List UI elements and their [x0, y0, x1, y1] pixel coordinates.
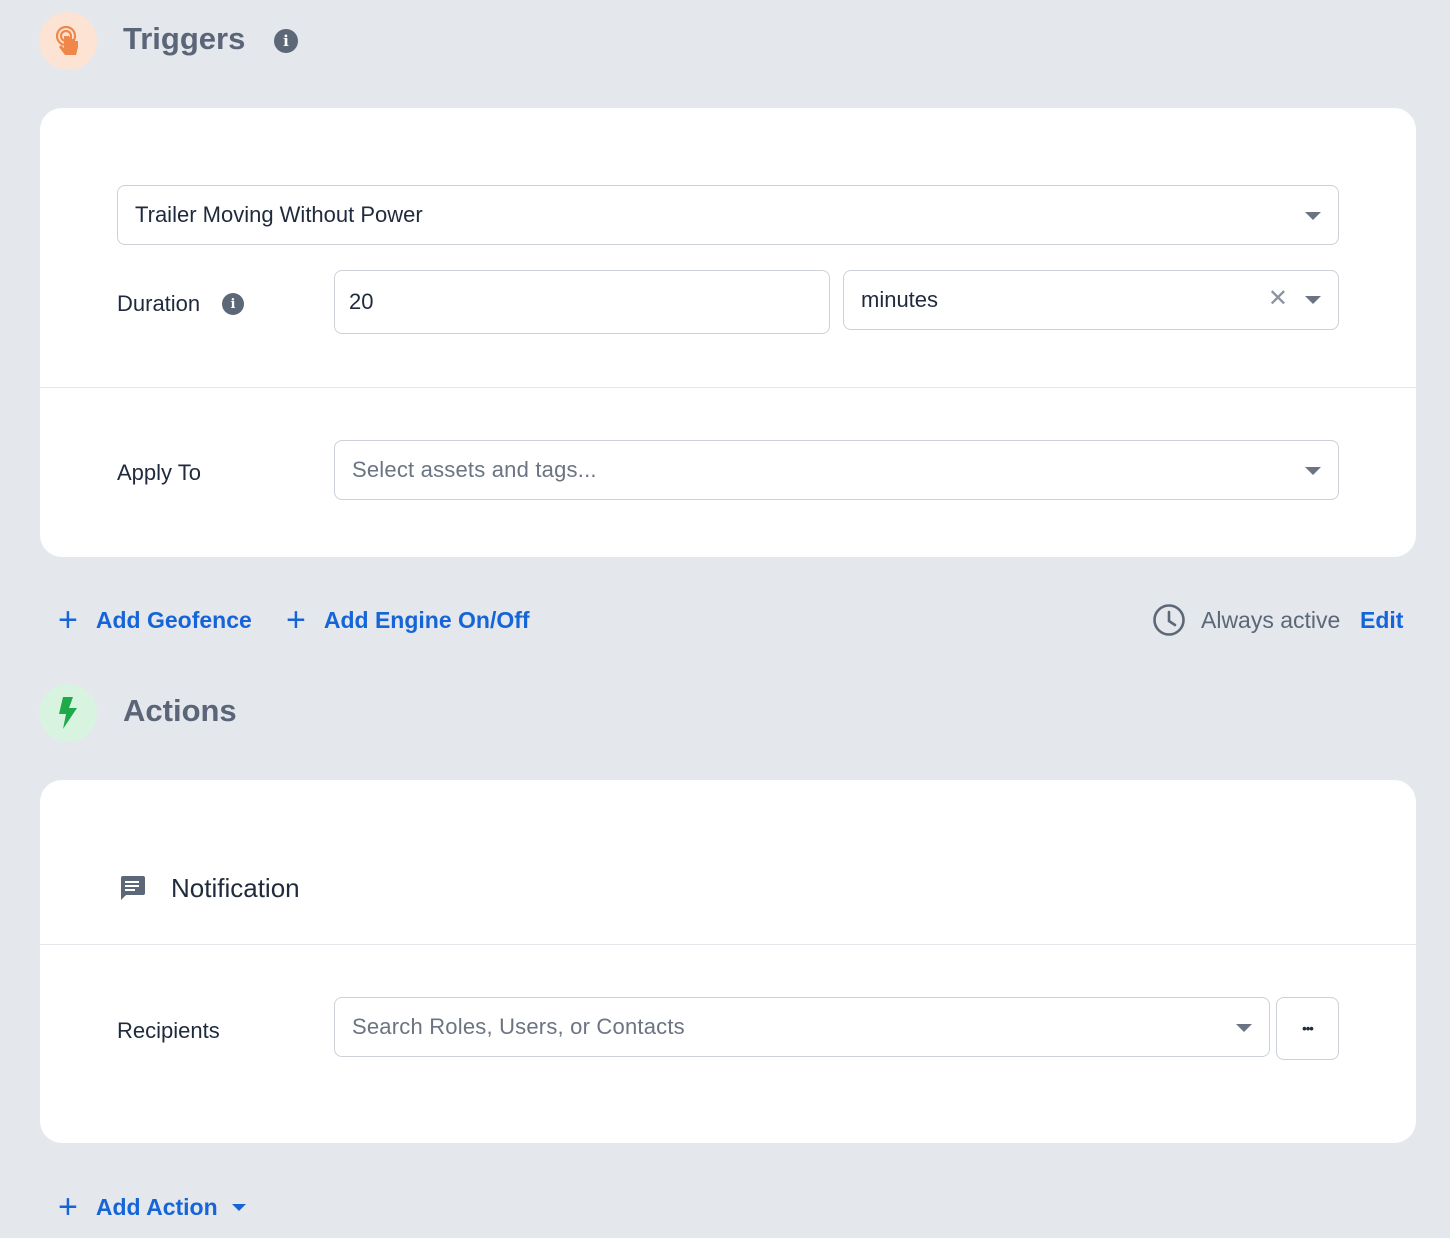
schedule-text: Always active: [1201, 607, 1341, 633]
chevron-down-icon: [1305, 296, 1321, 304]
duration-label: Duration: [117, 291, 201, 316]
plus-icon: +: [58, 1188, 78, 1226]
actions-card: Notification Recipients Search Roles, Us…: [40, 780, 1416, 1143]
plus-icon: +: [58, 601, 78, 639]
add-action-button[interactable]: + Add Action: [58, 1190, 246, 1224]
chevron-down-icon: [1305, 212, 1321, 220]
action-section-icon: [39, 684, 97, 742]
triggers-card: Trailer Moving Without Power Duration i …: [40, 108, 1416, 557]
add-engine-button[interactable]: + Add Engine On/Off: [286, 603, 530, 637]
add-action-label: Add Action: [95, 1193, 218, 1220]
info-icon[interactable]: i: [274, 29, 298, 53]
duration-input[interactable]: 20: [334, 270, 830, 334]
touch-hand-icon: [55, 25, 78, 55]
chevron-down-icon: [1305, 467, 1321, 475]
add-geofence-button[interactable]: + Add Geofence: [58, 603, 252, 637]
trigger-type-select[interactable]: Trailer Moving Without Power: [117, 185, 1339, 245]
edit-schedule-link[interactable]: Edit: [1360, 607, 1403, 634]
divider: [40, 387, 1416, 388]
triggers-title: Triggers: [123, 21, 246, 56]
ellipsis-icon: •••: [1302, 1021, 1314, 1036]
apply-to-label: Apply To: [117, 460, 201, 485]
notification-label: Notification: [171, 873, 300, 903]
apply-to-placeholder: Select assets and tags...: [352, 457, 597, 482]
recipients-label: Recipients: [117, 1018, 220, 1043]
info-icon[interactable]: i: [222, 293, 244, 315]
divider: [40, 944, 1416, 945]
duration-unit-value: minutes: [861, 287, 939, 312]
apply-to-select[interactable]: Select assets and tags...: [334, 440, 1339, 500]
recipients-placeholder: Search Roles, Users, or Contacts: [352, 1014, 685, 1039]
duration-value: 20: [349, 289, 374, 314]
chevron-down-icon: [231, 1203, 246, 1211]
lightning-bolt-icon: [59, 697, 77, 729]
recipients-search[interactable]: Search Roles, Users, or Contacts: [334, 997, 1270, 1057]
plus-icon: +: [286, 601, 306, 639]
edit-label: Edit: [1360, 607, 1404, 633]
add-engine-label: Add Engine On/Off: [323, 606, 530, 633]
add-geofence-label: Add Geofence: [95, 606, 252, 633]
chevron-down-icon: [1236, 1024, 1252, 1032]
trigger-section-icon: [39, 12, 97, 70]
more-options-button[interactable]: •••: [1276, 997, 1339, 1060]
clock-icon: [1153, 604, 1185, 636]
clear-icon[interactable]: ✕: [1268, 287, 1288, 311]
duration-unit-select[interactable]: minutes ✕: [843, 270, 1339, 330]
actions-title: Actions: [123, 693, 237, 728]
message-bubble-icon: [121, 876, 145, 900]
trigger-type-value: Trailer Moving Without Power: [135, 202, 423, 227]
